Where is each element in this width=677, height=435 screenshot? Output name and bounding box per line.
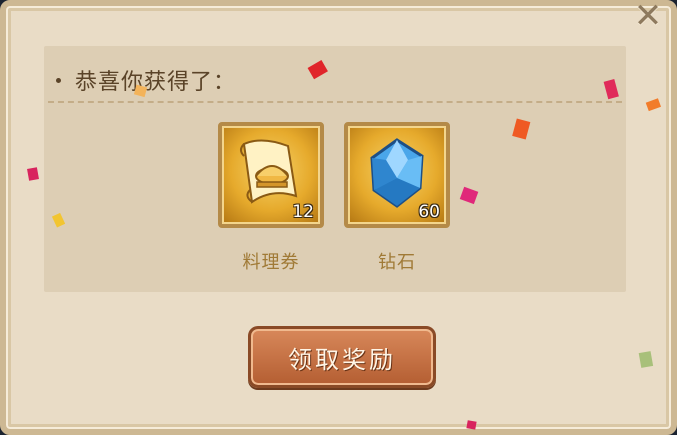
confetti-icon [27,167,39,181]
confetti-icon [512,118,531,140]
close-icon: ✕ [633,0,663,36]
divider [48,101,622,103]
reward-name: 料理券 [242,252,300,273]
confetti-icon [459,186,479,205]
reward-count: 60 [418,202,440,222]
confetti-icon [638,351,654,368]
reward-item[interactable]: 12 料理券 [218,122,324,274]
dialog-title: 恭喜你获得了： [75,70,237,95]
reward-count: 12 [292,202,314,222]
confetti-icon [466,420,477,430]
claim-reward-button[interactable]: 领取奖励 [248,326,436,388]
confetti-icon [307,59,328,80]
confetti-icon [603,79,619,100]
confetti-icon [51,212,66,228]
confetti-icon [645,98,662,112]
reward-item[interactable]: 60 钻石 [344,122,450,274]
confetti-icon [133,84,148,98]
close-button[interactable]: ✕ [628,0,668,36]
reward-item-frame: 12 [218,122,324,228]
reward-name: 钻石 [378,252,416,273]
bullet-dot-icon [56,77,61,83]
reward-item-frame: 60 [344,122,450,228]
